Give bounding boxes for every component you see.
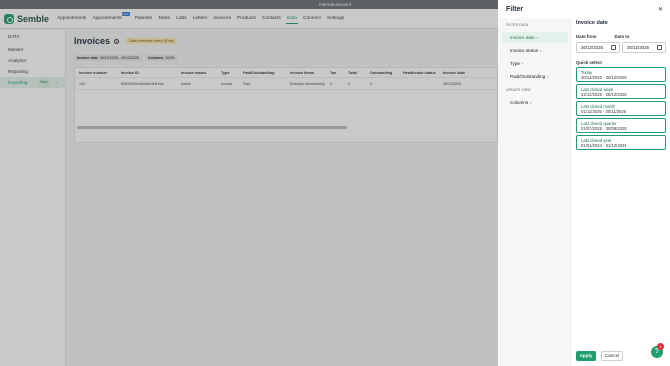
filter-item-type[interactable]: Type › (502, 58, 568, 69)
close-icon[interactable]: ✕ (658, 6, 663, 13)
quick-select-last-year[interactable]: Last closed year 01/01/2024 - 31/12/2024 (576, 135, 666, 150)
quick-select-range: 01/07/2025 - 30/09/2025 (581, 126, 627, 131)
date-to-value: 30/12/2025 (627, 45, 649, 50)
modal-backdrop[interactable] (0, 0, 498, 366)
quick-select-label: Quick select (576, 60, 602, 65)
calendar-icon[interactable] (611, 45, 616, 50)
chevron-right-icon: › (530, 101, 532, 105)
filter-panel: Filter ✕ FILTER DATA Invoice date › Invoi… (498, 0, 670, 366)
filter-item-label: Invoice date (510, 35, 535, 40)
date-from-value: 30/12/2025 (581, 45, 603, 50)
quick-select-last-month[interactable]: Last closed month 01/11/2025 - 30/11/2025 (576, 101, 666, 116)
apply-button[interactable]: Apply (576, 351, 596, 361)
quick-select-range: 22/12/2025 - 28/12/2025 (581, 92, 627, 97)
filter-detail-title: Invoice date (576, 20, 608, 26)
date-from-input[interactable]: 30/12/2025 (576, 42, 620, 53)
filter-panel-title: Filter (506, 6, 524, 13)
filter-item-label: Paid/Outstanding (510, 74, 546, 79)
date-from-label: Date from (576, 34, 597, 39)
filter-item-label: Invoice status (510, 48, 539, 53)
filter-data-heading: FILTER DATA (506, 23, 529, 27)
chevron-right-icon: › (521, 62, 524, 66)
calendar-icon[interactable] (657, 45, 662, 50)
filter-item-paid-outstanding[interactable]: Paid/Outstanding › (502, 71, 568, 82)
date-to-label: Date to (614, 34, 630, 39)
cancel-button[interactable]: Cancel (601, 351, 623, 361)
filter-item-label: Type (510, 61, 520, 66)
quick-select-last-week[interactable]: Last closed week 22/12/2025 - 28/12/2025 (576, 84, 666, 99)
quick-select-range: 01/11/2025 - 30/11/2025 (581, 109, 627, 114)
quick-select-last-quarter[interactable]: Last closed quarter 01/07/2025 - 30/09/20… (576, 118, 666, 133)
filter-item-columns[interactable]: Columns › (502, 97, 568, 108)
notification-count-badge: 1 (657, 343, 664, 350)
quick-select-range: 01/01/2024 - 31/12/2024 (581, 143, 627, 148)
quick-select-range: 30/12/2025 - 30/12/2025 (581, 75, 627, 80)
quick-select-today[interactable]: Today 30/12/2025 - 30/12/2025 (576, 67, 666, 82)
date-to-input[interactable]: 30/12/2025 (622, 42, 666, 53)
filter-item-invoice-date[interactable]: Invoice date › (502, 32, 568, 43)
invoice-date-filter: Invoice date Date from Date to 30/12/202… (576, 20, 668, 150)
filter-categories: FILTER DATA Invoice date › Invoice status… (498, 18, 572, 366)
filter-item-invoice-status[interactable]: Invoice status › (502, 45, 568, 56)
chevron-right-icon: › (540, 49, 542, 53)
update-view-heading: UPDATE VIEW (506, 88, 531, 92)
chevron-right-icon: › (536, 36, 539, 40)
chevron-right-icon: › (547, 75, 549, 79)
filter-item-label: Columns (510, 100, 529, 105)
